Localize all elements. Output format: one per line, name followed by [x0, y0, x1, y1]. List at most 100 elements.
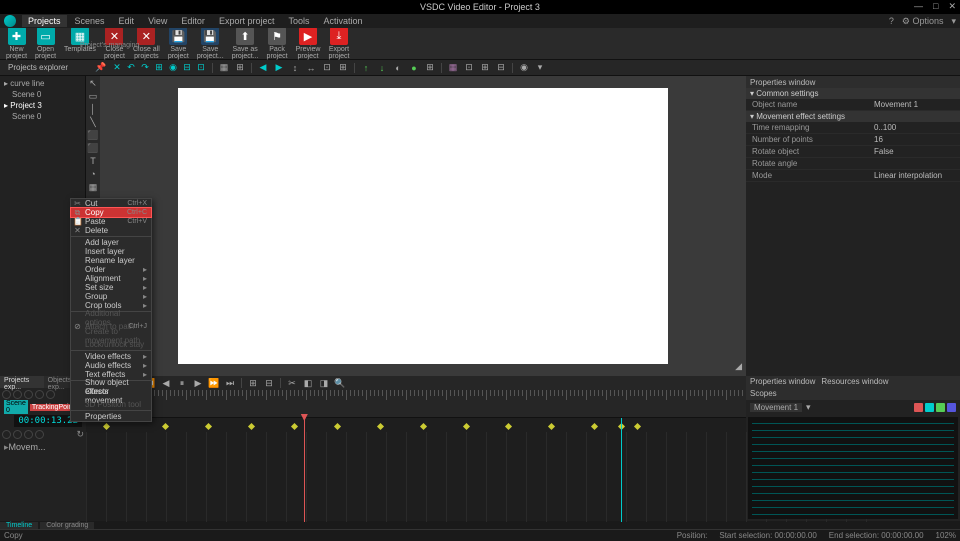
project-tree[interactable]: ▸ curve lineScene 0▸ Project 3Scene 0	[0, 76, 85, 124]
tool-icon[interactable]: ▦	[448, 63, 458, 73]
menu-view[interactable]: View	[142, 15, 173, 27]
preview-canvas[interactable]	[178, 88, 668, 364]
playback-button[interactable]: ⏸	[177, 378, 187, 388]
prop-section-header[interactable]: ▾ Movement effect settings	[746, 111, 960, 122]
playback-button[interactable]: ▶	[193, 378, 203, 388]
playback-button[interactable]: ⊟	[264, 378, 274, 388]
tool-icon[interactable]: ⊟	[496, 63, 506, 73]
prop-section-header[interactable]: ▾ Common settings	[746, 88, 960, 99]
options-button[interactable]: ⚙ Options	[902, 16, 944, 27]
tool-icon[interactable]: ⊞	[235, 63, 245, 73]
playback-button[interactable]: ◧	[303, 378, 313, 388]
playback-button[interactable]: 🔍	[335, 378, 345, 388]
explorer-tool-icon[interactable]: ⊞	[154, 63, 164, 73]
keyframe[interactable]	[162, 423, 169, 430]
menu-editor[interactable]: Editor	[175, 15, 211, 27]
playback-button[interactable]: ◀	[161, 378, 171, 388]
ribbon-pack-project[interactable]: ⚑Packproject	[265, 27, 290, 60]
ctx-paste[interactable]: 📋PasteCtrl+V	[71, 217, 151, 226]
keyframe[interactable]	[462, 423, 469, 430]
explorer-tool-icon[interactable]: ◉	[168, 63, 178, 73]
tool-icon[interactable]: ●	[409, 63, 419, 73]
ctx-order[interactable]: Order▸	[71, 265, 151, 274]
ctx-copy[interactable]: ⧉CopyCtrl+C	[71, 208, 151, 217]
tool-icon[interactable]: ⊞	[338, 63, 348, 73]
ctx-audio-effects[interactable]: Audio effects▸	[71, 361, 151, 370]
scope-channel-toggle[interactable]	[947, 403, 956, 412]
ctrl-icon[interactable]	[2, 390, 11, 399]
scope-channel-toggle[interactable]	[914, 403, 923, 412]
timeline-ruler[interactable]	[86, 390, 746, 418]
tab-projects-exp[interactable]: Projects exp...	[0, 376, 44, 388]
ctrl-icon[interactable]	[35, 390, 44, 399]
track-label-row[interactable]: ▸ Movem...	[0, 440, 86, 454]
keyframe[interactable]	[548, 423, 555, 430]
close-button[interactable]: ✕	[948, 1, 956, 12]
ctx-video-effects[interactable]: Video effects▸	[71, 352, 151, 361]
ctx-delete[interactable]: ✕Delete	[71, 226, 151, 235]
ctx-cursor-movement[interactable]: Cursor movement	[71, 391, 151, 400]
prop-row[interactable]: Time remapping0..100	[746, 122, 960, 134]
ribbon-save-project[interactable]: 💾Saveproject...	[195, 27, 226, 60]
ctx-set-size[interactable]: Set size▸	[71, 283, 151, 292]
tool-icon[interactable]: ↔	[306, 63, 316, 73]
ctx-group[interactable]: Group▸	[71, 292, 151, 301]
ctrl-icon[interactable]	[35, 430, 44, 439]
tool-icon[interactable]: ◀	[258, 63, 268, 73]
ribbon-save-project[interactable]: 💾Saveproject	[166, 27, 191, 60]
ribbon-preview-project[interactable]: ▶Previewproject	[294, 27, 323, 60]
playhead[interactable]	[304, 418, 305, 522]
playback-button[interactable]: ⊞	[248, 378, 258, 388]
tab-timeline[interactable]: Timeline	[0, 522, 38, 529]
tool-icon[interactable]: ⊡	[322, 63, 332, 73]
tool-icon[interactable]: ⊞	[480, 63, 490, 73]
tool-dropdown-icon[interactable]: ▾	[535, 63, 545, 73]
timeline-main[interactable]: ⟲◉⏮⏪◀⏸▶⏩⏭⊞⊟✂◧◨🔍	[86, 376, 746, 521]
tool-icon[interactable]: ↓	[377, 63, 387, 73]
ctrl-icon[interactable]	[13, 390, 22, 399]
ctx-rename-layer[interactable]: Rename layer	[71, 256, 151, 265]
loop-icon[interactable]: ↻	[76, 429, 84, 440]
out-marker[interactable]	[621, 418, 622, 522]
ctx-cut[interactable]: ✂CutCtrl+X	[71, 199, 151, 208]
ribbon-export-project[interactable]: ⤓Exportproject	[326, 27, 351, 60]
menu-activation[interactable]: Activation	[317, 15, 368, 27]
pin-icon[interactable]: 📌	[96, 63, 106, 73]
tree-item[interactable]: ▸ Project 3	[2, 100, 83, 111]
tool-icon[interactable]: ◐	[393, 63, 403, 73]
scopes-select[interactable]: Movement 1	[750, 403, 802, 412]
tool-icon[interactable]: ▦	[88, 182, 98, 192]
prop-row[interactable]: Rotate angle	[746, 158, 960, 170]
playback-button[interactable]: ✂	[287, 378, 297, 388]
tree-item[interactable]: ▸ curve line	[2, 78, 83, 89]
tool-icon[interactable]: ◔	[88, 169, 98, 179]
ribbon-new-project[interactable]: ✚Newproject	[4, 27, 29, 60]
keyframe[interactable]	[103, 423, 110, 430]
minimize-button[interactable]: —	[914, 1, 923, 12]
prop-row[interactable]: Number of points16	[746, 134, 960, 146]
playback-button[interactable]: ◨	[319, 378, 329, 388]
tool-icon[interactable]: T	[88, 156, 98, 166]
keyframe[interactable]	[377, 423, 384, 430]
menu-projects[interactable]: Projects	[22, 15, 67, 27]
tool-icon[interactable]: ⊞	[425, 63, 435, 73]
resize-handle-icon[interactable]: ◢	[735, 361, 742, 372]
tool-icon[interactable]: ⬛	[88, 143, 98, 153]
keyframe[interactable]	[334, 423, 341, 430]
tool-icon[interactable]: ▭	[88, 91, 98, 101]
tool-icon[interactable]: ▦	[219, 63, 229, 73]
tab-properties[interactable]: Properties window	[750, 377, 815, 387]
keyframe[interactable]	[291, 423, 298, 430]
playback-button[interactable]: ⏩	[209, 378, 219, 388]
tool-icon[interactable]: ↕	[290, 63, 300, 73]
tree-item[interactable]: Scene 0	[2, 89, 83, 100]
ctx-insert-layer[interactable]: Insert layer	[71, 247, 151, 256]
playback-button[interactable]: ⏭	[225, 378, 235, 388]
ctrl-icon[interactable]	[24, 390, 33, 399]
prop-row[interactable]: ModeLinear interpolation	[746, 170, 960, 182]
explorer-tool-icon[interactable]: ⊟	[182, 63, 192, 73]
keyframe[interactable]	[205, 423, 212, 430]
tool-icon[interactable]: ╲	[88, 117, 98, 127]
prop-row[interactable]: Object nameMovement 1	[746, 99, 960, 111]
timeline-tracks[interactable]	[86, 418, 746, 522]
